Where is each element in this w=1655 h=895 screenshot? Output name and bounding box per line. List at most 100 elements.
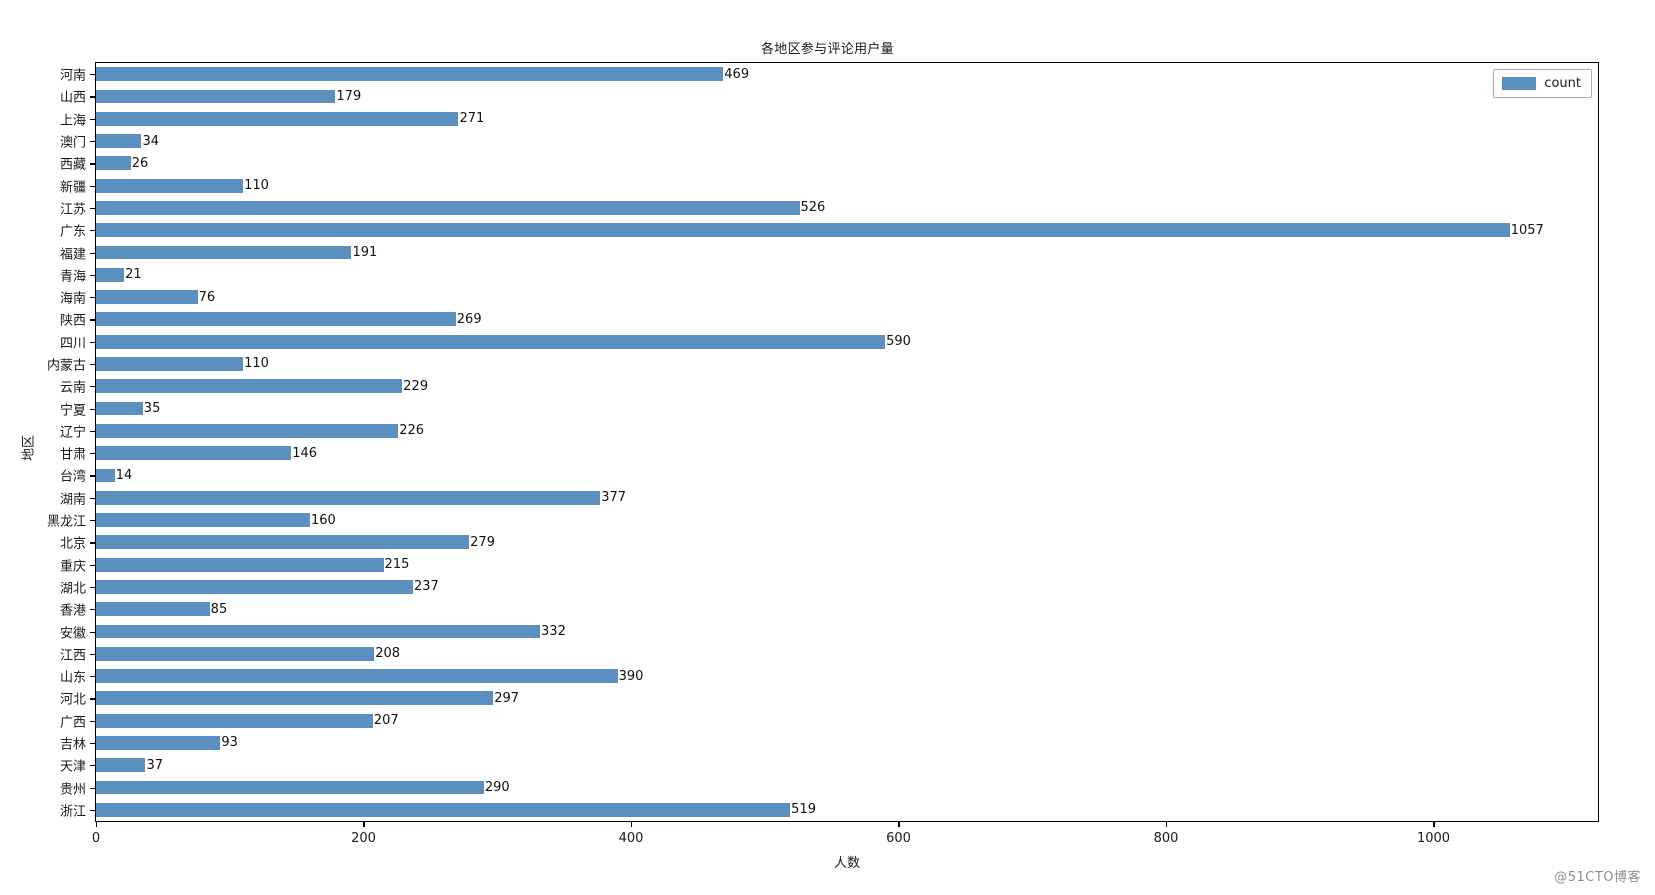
bar[interactable] [96,111,459,126]
y-axis-tick [90,319,96,321]
bar-row: 191 [96,244,1598,260]
y-axis-tick [90,653,96,655]
bar[interactable] [96,713,373,728]
y-axis-tick-label: 吉林 [59,737,86,753]
bar[interactable] [96,758,146,773]
bar[interactable] [96,290,198,304]
bar[interactable] [96,201,800,215]
bar-value-label: 1057 [1510,222,1544,238]
bar-value-label: 226 [399,423,425,439]
y-axis-tick-label: 山东 [59,670,86,686]
y-axis-tick-label: 内蒙古 [46,358,86,374]
y-axis-tick-label: 宁夏 [59,403,86,419]
bar[interactable] [96,423,399,438]
y-axis-tick-label: 江西 [59,648,86,664]
bar-row: 269 [96,311,1598,327]
bar-value-label: 26 [131,155,149,171]
y-axis-tick [90,720,96,722]
bar-value-label: 110 [244,178,269,194]
y-axis-tick-label: 上海 [59,113,86,129]
bar-row: 21 [96,267,1598,282]
x-axis-tick-label: 400 [618,831,644,846]
bar[interactable] [96,557,384,572]
bar[interactable] [96,446,292,461]
y-axis-tick-label: 西藏 [59,157,86,173]
y-axis-tick [90,230,96,232]
y-axis-tick-label: 北京 [59,536,86,552]
bar[interactable] [96,134,142,148]
bar-row: 207 [96,713,1598,729]
bar-value-label: 207 [373,713,399,729]
bar[interactable] [96,245,352,260]
x-axis-tick-label: 800 [1153,831,1179,846]
y-axis-tick-label: 浙江 [59,804,86,820]
bar[interactable] [96,736,221,750]
watermark: @51CTO博客 [1554,870,1641,885]
plot-area: 469 河南 179 山西 271 上海 34 澳门 26 西藏 110 新疆 526 江苏 1057 广东 1… [47,63,1598,846]
bar[interactable] [96,89,336,104]
bar[interactable] [96,669,618,683]
bar-value-label: 269 [456,311,482,327]
bar-row: 35 [96,401,1598,416]
legend-label-count: count [1544,76,1581,91]
y-axis-tick [90,631,96,633]
y-axis-tick [90,542,96,544]
bar-value-label: 34 [142,133,160,149]
bar[interactable] [96,580,413,594]
bar-row: 237 [96,580,1598,594]
bar[interactable] [96,334,886,349]
y-axis-tick [90,475,96,477]
y-axis-tick-label: 福建 [59,247,86,262]
bar[interactable] [96,802,791,817]
bar[interactable] [96,312,456,327]
bar[interactable] [96,178,244,193]
bar-value-label: 110 [244,356,269,372]
y-axis-tick-label: 台湾 [59,469,86,485]
bar[interactable] [96,691,494,706]
y-axis-tick [90,207,96,210]
y-axis-tick [90,141,96,143]
bar-row: 85 [96,602,1598,617]
chart-legend[interactable]: count [1493,69,1592,98]
bar[interactable] [96,67,724,82]
bar[interactable] [96,490,601,505]
bar[interactable] [96,401,143,416]
bar[interactable] [96,602,210,617]
y-axis-tick-label: 甘肃 [59,447,86,463]
bar-row: 26 [96,155,1598,171]
y-axis-tick-label: 黑龙江 [46,514,86,530]
bar[interactable] [96,513,310,527]
bar[interactable] [96,357,244,371]
bar-row: 110 [96,178,1598,194]
bar-value-label: 191 [352,244,378,260]
bar[interactable] [96,223,1510,238]
bar[interactable] [96,267,125,282]
bar-row: 93 [96,736,1598,750]
bar-row: 226 [96,423,1598,439]
bar-row: 179 [96,89,1598,104]
bar-value-label: 229 [403,378,429,394]
plot-axes: 469 河南 179 山西 271 上海 34 澳门 26 西藏 110 新疆 526 江苏 1057 广东 1… [47,62,1599,846]
bar-row: 229 [96,378,1598,394]
bar[interactable] [96,535,470,550]
bar-row: 377 [96,490,1598,505]
y-axis-tick-label: 天津 [59,759,86,775]
bar-value-label: 390 [618,668,644,684]
bar[interactable] [96,646,375,661]
bar-row: 146 [96,446,1598,461]
y-axis-tick-label: 安徽 [59,626,86,641]
chart-page: 各地区参与评论用户量 地区 469 河南 179 山西 271 上海 34 澳门 26 西藏 110… [0,0,1655,895]
y-axis-tick [90,564,96,566]
x-axis-tick-label: 0 [91,831,101,846]
y-axis-tick [90,765,96,767]
bar[interactable] [96,379,403,394]
bar[interactable] [96,468,115,483]
y-axis-tick-label: 海南 [59,291,86,307]
bar[interactable] [96,780,484,795]
y-axis-tick-label: 河北 [59,692,86,708]
y-axis-tick [90,586,96,589]
x-axis-tick [1165,821,1168,827]
bar[interactable] [96,156,131,171]
bar-row: 279 [96,535,1598,550]
bar[interactable] [96,624,541,639]
